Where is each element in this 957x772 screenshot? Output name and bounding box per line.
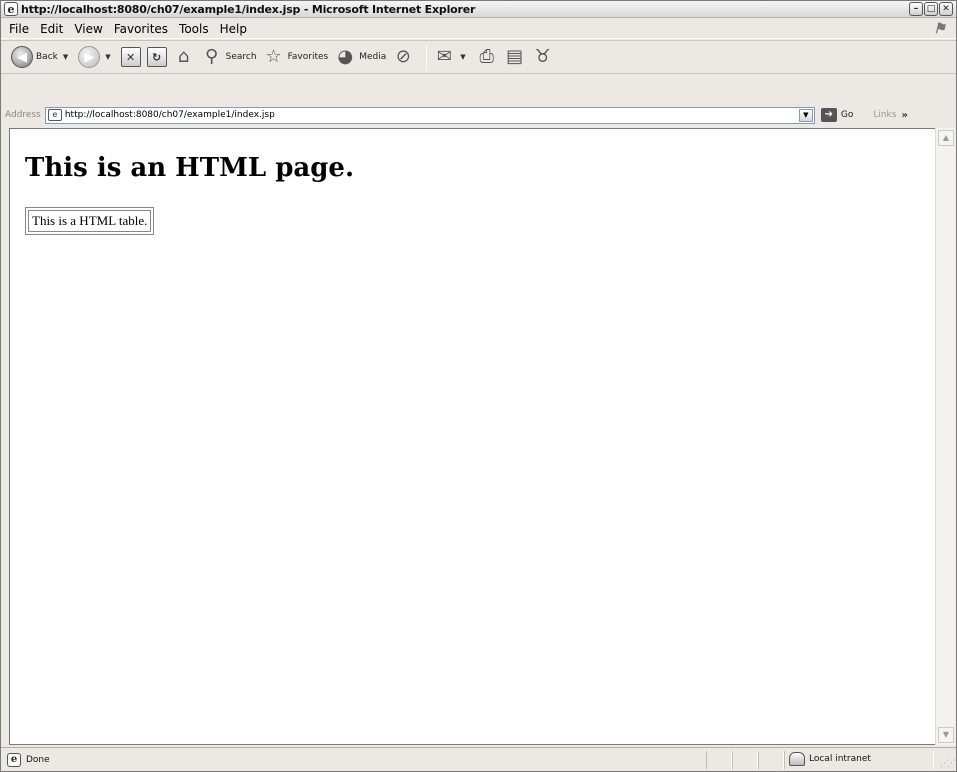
table-cell: This is a HTML table. bbox=[28, 210, 152, 232]
edit-icon: ▤ bbox=[506, 46, 524, 67]
window-controls: – □ ✕ bbox=[909, 2, 953, 16]
menu-favorites[interactable]: Favorites bbox=[110, 22, 175, 36]
intranet-icon bbox=[789, 752, 805, 766]
stop-button[interactable]: ✕ bbox=[120, 47, 141, 67]
windows-flag-icon: ⚑ bbox=[933, 21, 946, 37]
menu-view[interactable]: View bbox=[70, 22, 109, 36]
security-zone[interactable]: Local intranet bbox=[789, 752, 871, 766]
mail-dropdown-icon[interactable]: ▼ bbox=[460, 53, 465, 61]
status-text: Done bbox=[26, 754, 50, 765]
refresh-icon: ↻ bbox=[146, 47, 167, 67]
address-label: Address bbox=[5, 110, 41, 120]
links-chevron-icon[interactable]: » bbox=[901, 110, 907, 121]
go-label: Go bbox=[840, 110, 854, 120]
standard-toolbar: ◀ Back ▼ ▶ ▼ ✕ ↻ ⌂ ⚲ Search ☆ Favorites … bbox=[1, 40, 956, 74]
stop-icon: ✕ bbox=[120, 47, 141, 67]
messenger-icon: ♉ bbox=[534, 46, 551, 67]
scroll-up-icon[interactable]: ▲ bbox=[938, 130, 954, 146]
address-field[interactable]: e ▼ bbox=[44, 106, 815, 124]
back-dropdown-icon[interactable]: ▼ bbox=[63, 53, 68, 61]
home-button[interactable]: ⌂ bbox=[173, 46, 195, 68]
page-status-icon: e bbox=[7, 752, 21, 767]
media-icon: ◕ bbox=[337, 46, 354, 67]
home-icon: ⌂ bbox=[177, 46, 190, 67]
status-bar: e Done Local intranet ⋰⋰ bbox=[1, 747, 956, 771]
go-button[interactable]: ➔ Go bbox=[820, 108, 854, 122]
mail-button[interactable]: ✉ ▼ bbox=[433, 46, 469, 68]
menu-edit[interactable]: Edit bbox=[36, 22, 70, 36]
page-icon: e bbox=[47, 109, 62, 121]
forward-button[interactable]: ▶ ▼ bbox=[78, 46, 114, 68]
maximize-button[interactable]: □ bbox=[924, 2, 938, 16]
menu-tools[interactable]: Tools bbox=[175, 22, 216, 36]
page-content: This is an HTML page. This is a HTML tab… bbox=[9, 128, 935, 745]
title-bar: e http://localhost:8080/ch07/example1/in… bbox=[1, 1, 956, 18]
scroll-down-icon[interactable]: ▼ bbox=[938, 727, 954, 743]
links-label[interactable]: Links bbox=[873, 110, 896, 120]
table-row: This is a HTML table. bbox=[28, 210, 152, 232]
go-arrow-icon: ➔ bbox=[820, 108, 837, 122]
printer-icon: ⎙ bbox=[479, 46, 494, 67]
search-button[interactable]: ⚲ Search bbox=[201, 46, 257, 68]
search-icon: ⚲ bbox=[205, 46, 219, 67]
favorites-label: Favorites bbox=[287, 52, 329, 62]
vertical-scrollbar[interactable]: ▲ ▼ bbox=[935, 128, 955, 745]
zone-label: Local intranet bbox=[809, 754, 871, 764]
history-button[interactable]: ⊘ bbox=[392, 46, 414, 68]
refresh-button[interactable]: ↻ bbox=[146, 47, 167, 67]
address-dropdown-icon[interactable]: ▼ bbox=[798, 108, 813, 122]
window-title: http://localhost:8080/ch07/example1/inde… bbox=[21, 2, 476, 16]
messenger-button[interactable]: ♉ bbox=[532, 46, 554, 68]
search-label: Search bbox=[225, 52, 257, 62]
minimize-button[interactable]: – bbox=[909, 2, 923, 16]
status-pane bbox=[706, 751, 732, 769]
menu-file[interactable]: File bbox=[5, 22, 36, 36]
resize-grip-icon[interactable]: ⋰⋰ bbox=[940, 759, 956, 769]
internet-explorer-icon[interactable]: e bbox=[4, 2, 18, 16]
menu-help[interactable]: Help bbox=[216, 22, 254, 36]
forward-arrow-icon: ▶ bbox=[78, 46, 101, 68]
print-button[interactable]: ⎙ bbox=[476, 46, 498, 68]
media-button[interactable]: ◕ Media bbox=[334, 46, 386, 68]
star-icon: ☆ bbox=[265, 46, 282, 67]
menu-bar: File Edit View Favorites Tools Help ⚑ bbox=[1, 19, 956, 39]
html-table: This is a HTML table. bbox=[25, 207, 155, 235]
page-heading: This is an HTML page. bbox=[25, 153, 355, 183]
mail-icon: ✉ bbox=[436, 46, 452, 67]
toolbar-separator bbox=[426, 45, 428, 69]
browser-window: e http://localhost:8080/ch07/example1/in… bbox=[0, 0, 957, 772]
favorites-button[interactable]: ☆ Favorites bbox=[263, 46, 329, 68]
media-label: Media bbox=[359, 52, 387, 62]
history-icon: ⊘ bbox=[395, 46, 411, 67]
address-bar: Address e ▼ ➔ Go Links » bbox=[1, 105, 956, 125]
close-button[interactable]: ✕ bbox=[939, 2, 953, 16]
back-arrow-icon: ◀ bbox=[11, 46, 33, 68]
back-label: Back bbox=[36, 52, 58, 62]
edit-button[interactable]: ▤ bbox=[504, 46, 526, 68]
status-pane bbox=[732, 751, 758, 769]
status-pane bbox=[758, 751, 784, 769]
forward-dropdown-icon[interactable]: ▼ bbox=[105, 53, 110, 61]
address-input[interactable] bbox=[64, 108, 785, 122]
back-button[interactable]: ◀ Back ▼ bbox=[11, 46, 72, 68]
